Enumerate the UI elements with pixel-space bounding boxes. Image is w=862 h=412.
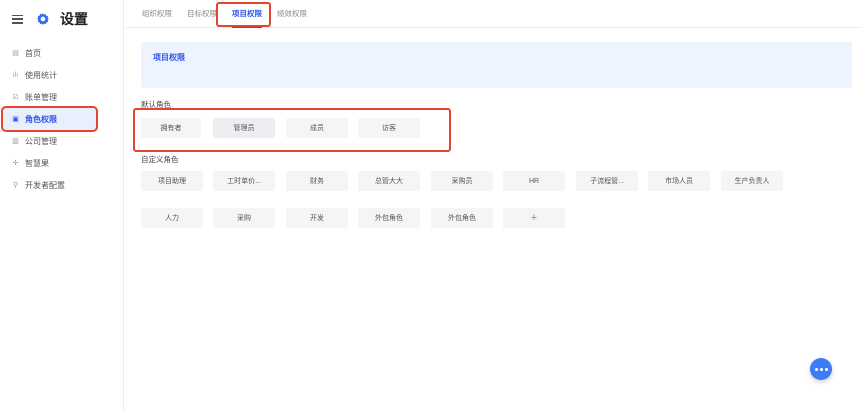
hamburger-menu-icon[interactable] [12, 14, 23, 24]
add-role-button[interactable]: + [503, 208, 565, 228]
role-chip[interactable]: 开发 [286, 208, 348, 228]
sidebar: 设置 ▤ 首页 ılı 使用统计 ☑ 账单管理 ▣ 角色权限 ▥ 公司管理 ✢ 智慧果 ⚲ 开… [0, 0, 124, 412]
role-chip[interactable]: 外包角色 [358, 208, 420, 228]
tab-performance-permissions[interactable]: 绩效权限 [277, 5, 307, 22]
fruit-icon: ✢ [12, 160, 19, 167]
dot-icon [819, 367, 823, 371]
banner-title: 项目权限 [153, 53, 185, 62]
role-chip[interactable]: 总管大大 [358, 171, 420, 191]
home-icon: ▤ [12, 50, 19, 57]
app-title: 设置 [60, 11, 88, 27]
more-actions-button[interactable] [810, 358, 832, 380]
role-chip[interactable]: HR [503, 171, 565, 191]
role-chip[interactable]: 采购 [213, 208, 275, 228]
dot-icon [824, 367, 828, 371]
sidebar-item-developer[interactable]: ⚲ 开发者配置 [0, 174, 123, 196]
role-chip[interactable]: 工时单价... [213, 171, 275, 191]
dot-icon [814, 367, 818, 371]
role-chip[interactable]: 采购员 [431, 171, 493, 191]
sidebar-item-label: 智慧果 [25, 158, 49, 168]
role-chip-admin[interactable]: 管理员 [213, 118, 275, 138]
role-chip[interactable]: 人力 [141, 208, 203, 228]
sidebar-item-label: 使用统计 [25, 70, 57, 80]
role-chip[interactable]: 市场人员 [648, 171, 710, 191]
sidebar-header: 设置 [0, 0, 123, 38]
role-chip-guest[interactable]: 访客 [358, 118, 420, 138]
content-panel: 项目权限 默认角色 拥有者 管理员 成员 访客 自定义角色 项目助理 工时单价.… [125, 28, 862, 412]
building-icon: ▥ [12, 138, 19, 145]
info-banner: 项目权限 [141, 42, 852, 88]
tab-bar: 组织权限 目标权限 项目权限 绩效权限 [125, 0, 862, 28]
lock-icon: ▣ [12, 116, 19, 123]
role-chip[interactable]: 财务 [286, 171, 348, 191]
tab-goal-permissions[interactable]: 目标权限 [187, 5, 217, 22]
sidebar-item-home[interactable]: ▤ 首页 [0, 42, 123, 64]
sidebar-item-usage-stats[interactable]: ılı 使用统计 [0, 64, 123, 86]
sidebar-item-company[interactable]: ▥ 公司管理 [0, 130, 123, 152]
gear-icon [37, 13, 49, 25]
custom-roles-label: 自定义角色 [141, 155, 179, 164]
sidebar-item-label: 开发者配置 [25, 180, 65, 190]
key-icon: ⚲ [12, 182, 19, 189]
sidebar-item-label: 账单管理 [25, 92, 57, 102]
sidebar-item-smart-fruit[interactable]: ✢ 智慧果 [0, 152, 123, 174]
sidebar-item-label: 角色权限 [25, 114, 57, 124]
role-chip-member[interactable]: 成员 [286, 118, 348, 138]
role-chip[interactable]: 项目助理 [141, 171, 203, 191]
main-area: 组织权限 目标权限 项目权限 绩效权限 项目权限 默认角色 拥有者 管理员 成员… [125, 0, 862, 412]
role-chip-owner[interactable]: 拥有者 [141, 118, 201, 138]
sidebar-menu: ▤ 首页 ılı 使用统计 ☑ 账单管理 ▣ 角色权限 ▥ 公司管理 ✢ 智慧果 ⚲ 开发者配… [0, 42, 123, 196]
role-chip[interactable]: 外包角色 [431, 208, 493, 228]
sidebar-item-label: 公司管理 [25, 136, 57, 146]
tab-project-permissions[interactable]: 项目权限 [232, 5, 262, 28]
sidebar-item-billing[interactable]: ☑ 账单管理 [0, 86, 123, 108]
tab-org-permissions[interactable]: 组织权限 [142, 5, 172, 22]
chart-icon: ılı [12, 71, 19, 79]
sidebar-item-role-permissions[interactable]: ▣ 角色权限 [1, 106, 98, 132]
role-chip[interactable]: 生产负责人 [721, 171, 783, 191]
role-chip[interactable]: 子流程管... [576, 171, 638, 191]
sidebar-item-label: 首页 [25, 48, 41, 58]
bill-icon: ☑ [12, 94, 19, 101]
